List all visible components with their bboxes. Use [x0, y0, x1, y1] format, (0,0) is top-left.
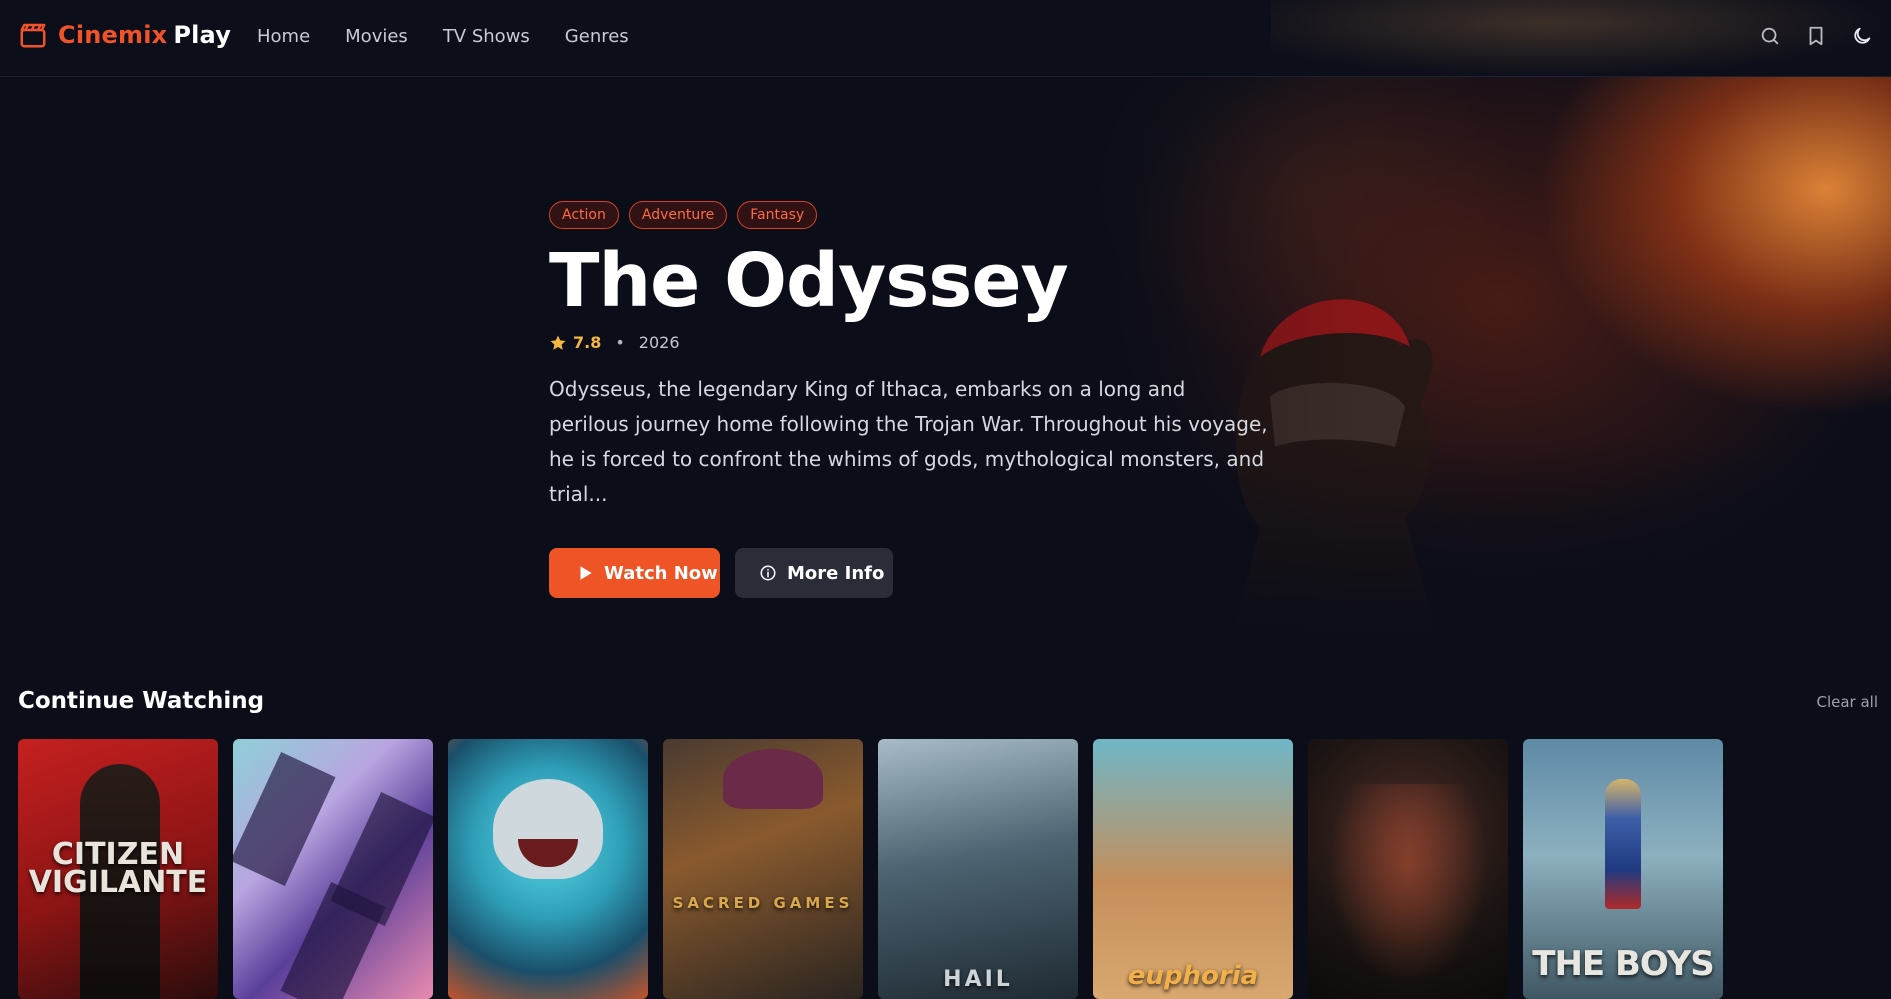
genre-tag-action[interactable]: Action [549, 201, 619, 229]
clear-all-link[interactable]: Clear all [1816, 693, 1878, 711]
hero-banner: Action Adventure Fantasy The Odyssey 7.8… [0, 77, 1891, 637]
poster-card[interactable] [233, 739, 433, 999]
hero-content: Action Adventure Fantasy The Odyssey 7.8… [549, 201, 1269, 598]
section-title-continue-watching: Continue Watching [18, 688, 265, 714]
poster-title: THE BOYS [1532, 944, 1714, 984]
continue-watching-row: CITIZEN VIGILANTE SACRED GAMES HAIL euph… [18, 739, 1723, 999]
genre-tag-adventure[interactable]: Adventure [628, 201, 728, 229]
poster-card[interactable]: euphoria [1093, 739, 1293, 999]
release-year: 2026 [638, 333, 680, 352]
hero-actions: Watch Now More Info [549, 548, 1269, 598]
more-info-label: More Info [787, 562, 885, 584]
main-nav: Home Movies TV Shows Genres [257, 26, 629, 47]
poster-card[interactable] [448, 739, 648, 999]
info-icon [760, 565, 776, 581]
poster-title: SACRED GAMES [672, 894, 854, 912]
rating-value: 7.8 [573, 333, 602, 352]
more-info-button[interactable]: More Info [735, 548, 893, 598]
watch-now-label: Watch Now [604, 562, 718, 584]
poster-card[interactable]: SACRED GAMES [663, 739, 863, 999]
genre-tags: Action Adventure Fantasy [549, 201, 1269, 229]
poster-title: CITIZEN VIGILANTE [28, 837, 208, 900]
header-actions [1759, 25, 1871, 49]
clapperboard-icon [20, 23, 46, 48]
poster-title: euphoria [1127, 961, 1259, 991]
poster-card[interactable]: HAIL [878, 739, 1078, 999]
search-icon[interactable] [1759, 25, 1779, 49]
poster-card[interactable]: CITIZEN VIGILANTE [18, 739, 218, 999]
genre-tag-fantasy[interactable]: Fantasy [737, 201, 818, 229]
top-navbar: Cinemix Play Home Movies TV Shows Genres [0, 0, 1891, 77]
moon-icon[interactable] [1851, 25, 1871, 49]
nav-genres[interactable]: Genres [565, 26, 629, 47]
poster-title: HAIL [943, 967, 1013, 992]
star-icon [550, 335, 566, 350]
nav-movies[interactable]: Movies [345, 26, 408, 47]
play-icon [580, 566, 592, 580]
bookmark-icon[interactable] [1805, 25, 1825, 49]
nav-tv-shows[interactable]: TV Shows [443, 26, 530, 47]
watch-now-button[interactable]: Watch Now [549, 548, 720, 598]
logo[interactable]: Cinemix Play [18, 20, 231, 50]
movie-meta: 7.8 • 2026 [549, 333, 1269, 352]
nav-home[interactable]: Home [257, 26, 310, 47]
movie-title: The Odyssey [549, 238, 1069, 324]
brand-name: Cinemix Play [58, 21, 231, 49]
brand-primary: Cinemix [58, 21, 168, 49]
meta-separator: • [615, 333, 625, 352]
movie-description: Odysseus, the legendary King of Ithaca, … [549, 377, 1268, 506]
poster-card[interactable]: THE BOYS [1523, 739, 1723, 999]
poster-card[interactable] [1308, 739, 1508, 999]
brand-secondary: Play [173, 21, 232, 49]
